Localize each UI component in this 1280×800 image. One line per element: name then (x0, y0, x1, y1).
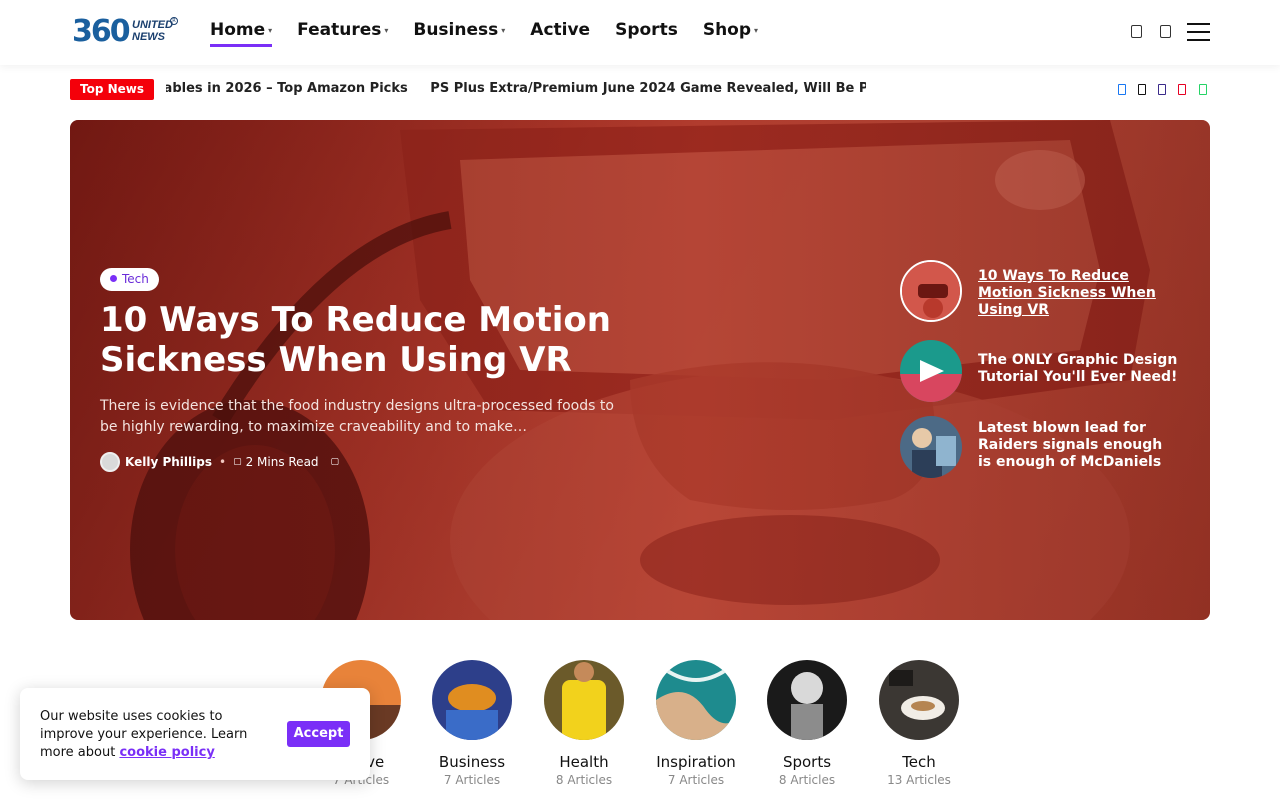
chevron-down-icon: ▾ (384, 25, 389, 35)
site-logo[interactable]: 360 UNITED NEWS R (72, 15, 182, 49)
news-ticker: Top News Cables in 2026 – Top Amazon Pic… (70, 79, 1210, 101)
nav-sports[interactable]: Sports (615, 20, 678, 47)
category-image[interactable] (767, 660, 847, 740)
registered-mark: R (170, 17, 178, 25)
category-count: 8 Articles (778, 773, 836, 787)
category-image[interactable] (544, 660, 624, 740)
clock-icon: ▢ (233, 457, 242, 467)
category-strip: Active 7 Articles Business 7 Articles He… (320, 660, 980, 800)
nav-active[interactable]: Active (530, 20, 590, 47)
category-tech[interactable]: Tech 13 Articles (869, 660, 969, 787)
bookmark-icon[interactable] (1131, 25, 1142, 38)
ticker-track: Cables in 2026 – Top Amazon Picks PS Plu… (166, 79, 866, 101)
nav-business[interactable]: Business ▾ (413, 20, 505, 47)
category-name[interactable]: Health (534, 753, 634, 771)
chevron-down-icon: ▾ (268, 25, 273, 35)
menu-icon[interactable] (1187, 23, 1210, 41)
post-title[interactable]: 10 Ways To Reduce Motion Sickness When U… (978, 268, 1178, 319)
hero-excerpt: There is evidence that the food industry… (100, 398, 614, 435)
category-count: 13 Articles (887, 773, 951, 787)
instagram-icon[interactable] (1158, 84, 1166, 95)
category-sports[interactable]: Sports 8 Articles (757, 660, 857, 787)
post-thumbnail[interactable] (900, 260, 962, 322)
avatar[interactable] (100, 452, 120, 472)
category-health[interactable]: Health 8 Articles (534, 660, 634, 787)
category-name[interactable]: Business (422, 753, 522, 771)
x-icon[interactable] (1138, 84, 1146, 95)
facebook-icon[interactable] (1118, 84, 1126, 95)
category-name[interactable]: Sports (757, 753, 857, 771)
hero-title[interactable]: 10 Ways To Reduce Motion Sickness When U… (100, 300, 660, 380)
post-meta: Kelly Phillips • ▢ 2 Mins Read ▢ (100, 452, 343, 472)
nav-features[interactable]: Features ▾ (297, 20, 388, 47)
category-tag[interactable]: Tech (100, 268, 159, 291)
whatsapp-icon[interactable] (1199, 84, 1207, 95)
site-header: 360 UNITED NEWS R Home ▾ Features ▾ Busine… (0, 0, 1280, 65)
category-count: 8 Articles (555, 773, 613, 787)
category-image[interactable] (656, 660, 736, 740)
category-name[interactable]: Tech (869, 753, 969, 771)
category-image[interactable] (432, 660, 512, 740)
nav-home[interactable]: Home ▾ (210, 20, 273, 47)
list-item[interactable]: 10 Ways To Reduce Motion Sickness When U… (900, 260, 1190, 324)
read-time: 2 Mins Read (245, 455, 319, 469)
category-count: 7 Articles (667, 773, 725, 787)
post-thumbnail[interactable] (900, 416, 962, 478)
category-name[interactable]: Inspiration (646, 753, 746, 771)
cookie-policy-link[interactable]: cookie policy (119, 745, 214, 760)
nav-shop[interactable]: Shop ▾ (703, 20, 758, 47)
post-thumbnail[interactable] (900, 340, 962, 402)
post-title[interactable]: Latest blown lead for Raiders signals en… (978, 420, 1178, 471)
logo-number: 360 (72, 14, 131, 49)
category-business[interactable]: Business 7 Articles (422, 660, 522, 787)
category-image[interactable] (879, 660, 959, 740)
category-count: 7 Articles (443, 773, 501, 787)
cookie-message: Our website uses cookies to improve your… (40, 709, 248, 760)
category-inspiration[interactable]: Inspiration 7 Articles (646, 660, 746, 787)
post-title[interactable]: The ONLY Graphic Design Tutorial You'll … (978, 352, 1178, 386)
bookmark-icon[interactable]: ▢ (331, 457, 340, 467)
ticker-item[interactable]: PS Plus Extra/Premium June 2024 Game Rev… (430, 81, 866, 96)
search-icon[interactable] (1160, 25, 1171, 38)
logo-wordmark: UNITED NEWS (132, 19, 173, 43)
list-item[interactable]: The ONLY Graphic Design Tutorial You'll … (900, 340, 1190, 404)
accept-cookies-button[interactable]: Accept (287, 721, 350, 747)
hero-featured-post[interactable]: Tech 10 Ways To Reduce Motion Sickness W… (70, 120, 1210, 620)
ticker-item[interactable]: Cables in 2026 – Top Amazon Picks (166, 81, 408, 96)
chevron-down-icon: ▾ (754, 25, 759, 35)
cookie-banner: Our website uses cookies to improve your… (20, 688, 370, 780)
list-item[interactable]: Latest blown lead for Raiders signals en… (900, 416, 1190, 480)
ticker-badge: Top News (70, 79, 155, 100)
main-nav: Home ▾ Features ▾ Business ▾ Active Sports … (210, 20, 783, 47)
author-name[interactable]: Kelly Phillips (125, 455, 212, 469)
chevron-down-icon: ▾ (501, 25, 506, 35)
pinterest-icon[interactable] (1178, 84, 1186, 95)
